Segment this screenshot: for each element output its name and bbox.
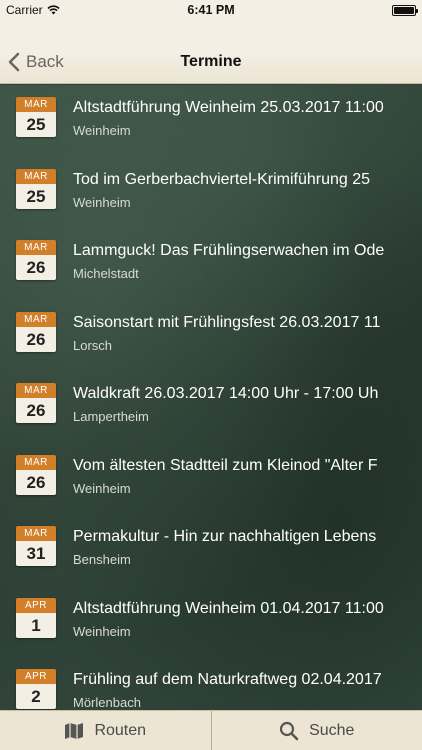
navigation-bar: Back Termine [0, 20, 422, 84]
tab-search-label: Suche [309, 721, 355, 739]
date-month: MAR [16, 311, 56, 327]
event-row[interactable]: MAR 25 Altstadtführung Weinheim 25.03.2017… [0, 85, 422, 157]
date-month: MAR [16, 240, 56, 255]
event-row[interactable]: MAR 26 Vom ältesten Stadtteil zum Kleinod … [0, 443, 422, 515]
event-location: Lampertheim [73, 409, 149, 424]
event-title: Saisonstart mit Frühlingsfest 26.03.2017… [73, 313, 381, 331]
event-location: Weinheim [73, 480, 131, 496]
tab-search[interactable]: Suche [210, 711, 422, 750]
date-badge: MAR 26 [16, 454, 56, 495]
event-list[interactable]: MAR 25 Altstadtführung Weinheim 25.03.2017… [0, 85, 422, 710]
event-location: Weinheim [73, 623, 131, 639]
date-day: 1 [16, 612, 56, 638]
date-day: 26 [16, 326, 56, 352]
date-month: APR [16, 669, 56, 684]
date-badge: MAR 26 [16, 383, 56, 423]
date-day: 26 [16, 398, 56, 423]
event-row[interactable]: MAR 31 Permakultur - Hin zur nachhaltigen … [0, 514, 422, 586]
date-day: 25 [16, 183, 56, 209]
date-day: 26 [16, 255, 56, 280]
event-row[interactable]: MAR 26 Waldkraft 26.03.2017 14:00 Uhr - 17… [0, 371, 422, 443]
page-title: Termine [180, 53, 242, 70]
date-day: 31 [16, 541, 56, 566]
event-title: Tod im Gerberbachviertel-Krimiführung 25 [73, 170, 371, 188]
status-time: 6:41 PM [187, 3, 235, 17]
battery-icon [392, 5, 418, 16]
event-location: Mörlenbach [73, 695, 141, 710]
date-badge: MAR 25 [16, 97, 56, 137]
event-location: Bensheim [73, 552, 131, 567]
date-badge: MAR 25 [16, 168, 56, 209]
event-title: Altstadtführung Weinheim 25.03.2017 11:0… [73, 99, 384, 116]
event-title: Waldkraft 26.03.2017 14:00 Uhr - 17:00 U… [73, 385, 379, 402]
status-bar: Carrier 6:41 PM [0, 0, 422, 20]
event-title: Frühling auf dem Naturkraftweg 02.04.201… [73, 671, 382, 688]
tab-routes[interactable]: Routen [0, 711, 211, 750]
date-badge: APR 2 [16, 669, 56, 709]
event-title: Vom ältesten Stadtteil zum Kleinod "Alte… [73, 456, 378, 474]
event-row[interactable]: MAR 26 Lammguck! Das Frühlingserwachen im … [0, 228, 422, 300]
tab-bar: Routen Suche [0, 710, 422, 750]
event-row[interactable]: MAR 26 Saisonstart mit Frühlingsfest 26.03… [0, 300, 422, 372]
event-title: Permakultur - Hin zur nachhaltigen Leben… [73, 528, 377, 545]
event-title: Altstadtführung Weinheim 01.04.2017 11:0… [73, 599, 384, 617]
date-badge: MAR 26 [16, 311, 56, 352]
date-month: MAR [16, 526, 56, 541]
date-day: 25 [16, 112, 56, 137]
date-month: MAR [16, 454, 56, 470]
search-icon [279, 721, 299, 740]
date-badge: APR 1 [16, 597, 56, 638]
event-location: Weinheim [73, 194, 131, 210]
date-badge: MAR 31 [16, 526, 56, 566]
tab-routes-label: Routen [94, 721, 147, 739]
date-month: MAR [16, 168, 56, 184]
event-row[interactable]: APR 2 Frühling auf dem Naturkraftweg 02.04… [0, 657, 422, 710]
map-icon [65, 722, 84, 739]
date-day: 26 [16, 469, 56, 495]
event-location: Lorsch [73, 337, 113, 353]
date-month: APR [16, 597, 56, 613]
date-badge: MAR 26 [16, 240, 56, 280]
event-location: Michelstadt [73, 266, 139, 281]
date-month: MAR [16, 383, 56, 398]
event-location: Weinheim [73, 123, 131, 138]
event-title: Lammguck! Das Frühlingserwachen im Ode [73, 242, 385, 259]
event-row[interactable]: MAR 25 Tod im Gerberbachviertel-Krimiführu… [0, 157, 422, 229]
event-row[interactable]: APR 1 Altstadtführung Weinheim 01.04.2017 … [0, 586, 422, 658]
date-day: 2 [16, 684, 56, 709]
date-month: MAR [16, 97, 56, 112]
